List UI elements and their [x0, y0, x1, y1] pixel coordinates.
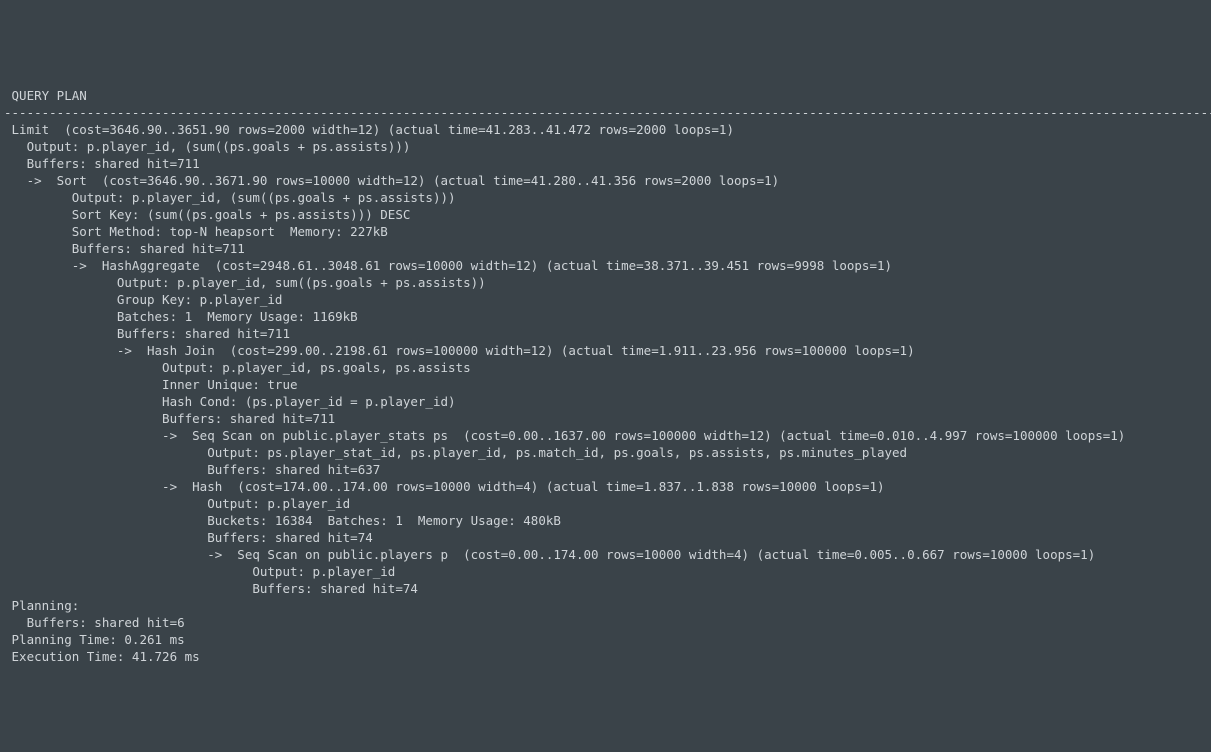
plan-line: Buffers: shared hit=711 |	[4, 241, 1211, 256]
plan-line: Execution Time: 41.726 ms |	[4, 649, 1211, 664]
query-plan-output: QUERY PLAN | ---------------------------…	[0, 68, 1211, 667]
plan-line: Buffers: shared hit=711 |	[4, 411, 1211, 426]
plan-line: Buffers: shared hit=711 |	[4, 326, 1211, 341]
plan-line: Group Key: p.player_id |	[4, 292, 1211, 307]
plan-line: Output: p.player_id, (sum((ps.goals + ps…	[4, 190, 1211, 205]
plan-line: Planning: |	[4, 598, 1211, 613]
plan-line: Buffers: shared hit=6 |	[4, 615, 1211, 630]
plan-line: Inner Unique: true |	[4, 377, 1211, 392]
plan-line: Hash Cond: (ps.player_id = p.player_id) …	[4, 394, 1211, 409]
plan-line: Sort Method: top-N heapsort Memory: 227k…	[4, 224, 1211, 239]
plan-line: Buffers: shared hit=74 |	[4, 530, 1211, 545]
plan-line: Buffers: shared hit=711 |	[4, 156, 1211, 171]
plan-line: Buffers: shared hit=74 |	[4, 581, 1211, 596]
plan-divider: ----------------------------------------…	[4, 105, 1211, 120]
plan-line: Planning Time: 0.261 ms |	[4, 632, 1211, 647]
plan-line: Sort Key: (sum((ps.goals + ps.assists)))…	[4, 207, 1211, 222]
plan-line: Output: ps.player_stat_id, ps.player_id,…	[4, 445, 1211, 460]
plan-line: Output: p.player_id |	[4, 496, 1211, 511]
plan-line: Output: p.player_id, (sum((ps.goals + ps…	[4, 139, 1211, 154]
plan-header: QUERY PLAN |	[4, 88, 1211, 103]
plan-line: Output: p.player_id |	[4, 564, 1211, 579]
plan-line: -> Seq Scan on public.players p (cost=0.…	[4, 547, 1211, 562]
plan-line: Batches: 1 Memory Usage: 1169kB |	[4, 309, 1211, 324]
plan-line: Limit (cost=3646.90..3651.90 rows=2000 w…	[4, 122, 1211, 137]
plan-line: -> Seq Scan on public.player_stats ps (c…	[4, 428, 1211, 443]
plan-line: -> Sort (cost=3646.90..3671.90 rows=1000…	[4, 173, 1211, 188]
plan-line: Output: p.player_id, ps.goals, ps.assist…	[4, 360, 1211, 375]
plan-line: Buckets: 16384 Batches: 1 Memory Usage: …	[4, 513, 1211, 528]
plan-line: -> Hash Join (cost=299.00..2198.61 rows=…	[4, 343, 1211, 358]
plan-line: -> Hash (cost=174.00..174.00 rows=10000 …	[4, 479, 1211, 494]
plan-line: Output: p.player_id, sum((ps.goals + ps.…	[4, 275, 1211, 290]
plan-line: -> HashAggregate (cost=2948.61..3048.61 …	[4, 258, 1211, 273]
plan-line: Buffers: shared hit=637 |	[4, 462, 1211, 477]
